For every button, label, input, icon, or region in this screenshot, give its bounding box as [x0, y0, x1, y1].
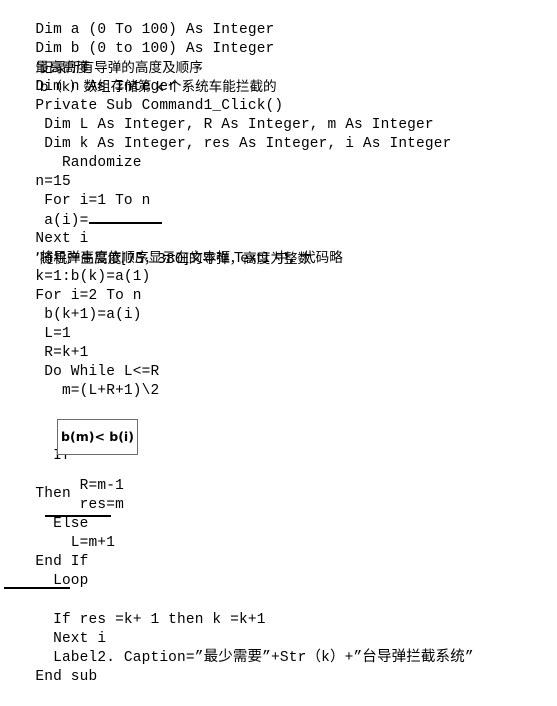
code-listing-sheet: Dim a (0 To 100) As Integer ’记录所有导弹的高度及顺… — [0, 0, 557, 685]
code-line: Private Sub Command1_Click() — [0, 78, 557, 114]
code-line: Dim L As Integer, R As Integer, m As Int… — [0, 97, 557, 133]
code-line: n=15 — [0, 154, 557, 190]
code-line: k=1:b(k)=a(1) — [0, 249, 557, 285]
code-line: Dim a (0 To 100) As Integer ’记录所有导弹的高度及顺… — [0, 2, 557, 76]
code-line: L=m+1 — [0, 515, 557, 551]
code-line: End sub — [0, 649, 557, 685]
code-line: 最高高度 — [0, 40, 557, 76]
code-line: L=1 — [0, 306, 557, 342]
code-line: Next i — [0, 611, 557, 647]
code-line: m=(L+R+1)\2 — [0, 363, 557, 399]
code-line: Label2. Caption=”最少需要”+Str（k）+”台导弹拦截系统” — [0, 630, 557, 666]
code-line: Dim n As Integer — [0, 59, 557, 95]
code-line: For i=1 To n — [0, 173, 557, 209]
code-line: For i=2 To n — [0, 268, 557, 304]
code-statement: End sub — [35, 669, 98, 685]
code-line: Else — [0, 496, 557, 532]
code-line: End If — [0, 534, 557, 570]
code-line: res=m — [0, 477, 557, 513]
code-line: Dim k As Integer, res As Integer, i As I… — [0, 116, 557, 152]
code-line: Loop — [0, 553, 557, 589]
code-line: If res =k+ 1 then k =k+1 — [0, 592, 557, 628]
code-line: Next i — [0, 211, 557, 247]
code-line: Randomize — [0, 135, 557, 171]
code-line: ’将导弹高度依顺序显示在文本框 Text1 中，代码略 — [0, 230, 557, 266]
condition-answer-text: b(m)< b(i) — [61, 428, 134, 444]
code-line: b(k+1)=a(i) — [0, 287, 557, 323]
code-line: Do While L<=R — [0, 344, 557, 380]
code-line: a(i)= ’随机产生高度[75，380]的导弹，高度为整数 — [0, 192, 557, 267]
code-line: R=m-1 — [0, 458, 557, 494]
code-statement: m=(L+R+1)\2 — [35, 383, 160, 399]
code-line: R=k+1 — [0, 325, 557, 361]
code-line: Dim b (0 to 100) As Integer ’b（k）数组存储第 k… — [0, 21, 557, 95]
condition-answer-box[interactable]: b(m)< b(i) — [57, 419, 138, 455]
fill-in-blank-standalone[interactable] — [4, 587, 70, 589]
